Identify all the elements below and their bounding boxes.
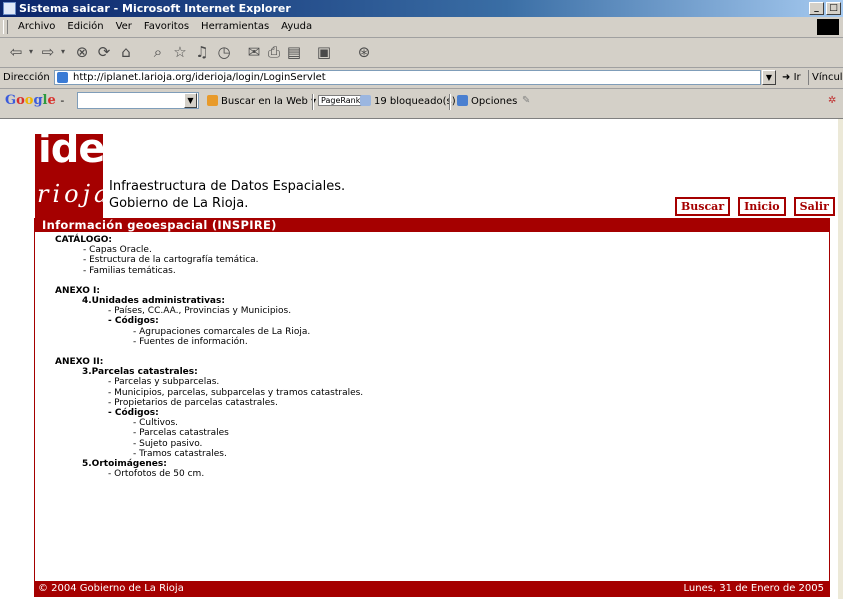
search-icon[interactable]: ⌕	[148, 42, 168, 62]
forward-icon[interactable]: ⇨	[38, 42, 58, 62]
favorites-icon[interactable]: ☆	[170, 42, 190, 62]
site-title-line2: Gobierno de La Rioja.	[109, 196, 249, 211]
footer-copyright: © 2004 Gobierno de La Rioja	[38, 583, 184, 594]
toolbar-grip[interactable]	[3, 20, 8, 34]
go-button[interactable]: ➜ Ir	[782, 72, 801, 83]
anexo2-codigos-label: - Códigos:	[108, 408, 159, 419]
google-search-dropdown-icon[interactable]: ▼	[184, 93, 197, 108]
anexo1-codigo-item: - Fuentes de información.	[133, 336, 248, 347]
anexo2-codigo-item: - Cultivos.	[133, 418, 179, 429]
anexo2-subheading-2: 5.Ortoimágenes:	[82, 459, 167, 470]
search-web-label: Buscar en la Web	[221, 96, 308, 107]
buscar-button[interactable]: Buscar	[675, 197, 731, 216]
back-icon[interactable]: ⇦	[6, 42, 26, 62]
menu-favoritos[interactable]: Favoritos	[138, 21, 195, 32]
catalogo-item: - Familias temáticas.	[83, 265, 176, 276]
history-icon[interactable]: ◷	[214, 42, 234, 62]
logo-rioja-text: rioja	[37, 180, 113, 208]
catalogo-heading: CATÁLOGO:	[55, 235, 112, 245]
menu-bar: Archivo Edición Ver Favoritos Herramient…	[0, 17, 843, 38]
menu-edicion[interactable]: Edición	[61, 21, 109, 32]
menu-ver[interactable]: Ver	[110, 21, 138, 32]
anexo2-item: - Parcelas y subparcelas.	[108, 377, 220, 388]
popup-blocked-label: 19 bloqueado(s)	[374, 96, 456, 107]
minimize-button[interactable]: _	[809, 2, 824, 15]
search-web-button[interactable]: Buscar en la Web ▾	[207, 95, 316, 107]
anexo2-item-2: - Ortofotos de 50 cm.	[108, 469, 205, 480]
anexo1-codigo-item: - Agrupaciones comarcales de La Rioja.	[133, 326, 311, 337]
popup-blocker-icon	[360, 95, 371, 106]
popup-blocker-button[interactable]: 19 bloqueado(s)	[360, 95, 456, 107]
anexo2-subheading: 3.Parcelas catastrales:	[82, 367, 198, 378]
anexo1-heading: ANEXO I:	[55, 285, 100, 296]
anexo2-item: - Propietarios de parcelas catastrales.	[108, 397, 278, 408]
menu-herramientas[interactable]: Herramientas	[195, 21, 275, 32]
binoculars-icon	[207, 95, 218, 106]
mail-icon[interactable]: ✉	[244, 42, 264, 62]
pagerank-button[interactable]: PageRank	[318, 95, 365, 106]
refresh-icon[interactable]: ⟳	[94, 42, 114, 62]
media-icon[interactable]: ♫	[192, 42, 212, 62]
anexo2-codigo-item: - Parcelas catastrales	[133, 428, 229, 439]
anexo2-item: - Municipios, parcelas, subparcelas y tr…	[108, 387, 364, 398]
links-button[interactable]: Vínculos	[808, 70, 843, 85]
anexo1-codigos-label: - Códigos:	[108, 316, 159, 327]
section-header: Información geoespacial (INSPIRE)	[34, 218, 830, 232]
page-actions: Buscar Inicio Salir	[675, 197, 835, 216]
home-icon[interactable]: ⌂	[116, 42, 136, 62]
standard-toolbar: ⇦ ▾ ⇨ ▾ ⊗ ⟳ ⌂ ⌕ ☆ ♫ ◷ ✉ ⎙ ▤ ▣ ⊛	[0, 38, 843, 68]
options-label: Opciones	[471, 96, 518, 107]
go-label: Ir	[793, 72, 801, 83]
content-list: CATÁLOGO: - Capas Oracle. - Estructura d…	[55, 235, 363, 479]
address-label: Dirección	[3, 72, 50, 83]
messenger-icon[interactable]: ⊛	[354, 42, 374, 62]
edit-icon[interactable]: ▤	[284, 42, 304, 62]
window-title-bar[interactable]: Sistema saicar - Microsoft Internet Expl…	[0, 0, 843, 17]
ie-icon	[3, 2, 16, 15]
page-footer: © 2004 Gobierno de La Rioja Lunes, 31 de…	[34, 581, 830, 597]
options-button[interactable]: Opciones	[457, 95, 517, 107]
options-icon	[457, 95, 468, 106]
vertical-scrollbar[interactable]	[838, 119, 843, 599]
salir-button[interactable]: Salir	[793, 197, 835, 216]
print-icon[interactable]: ⎙	[264, 42, 284, 62]
anexo2-codigo-item: - Sujeto pasivo.	[133, 438, 203, 449]
anexo2-codigo-item: - Tramos catastrales.	[133, 448, 227, 459]
discuss-icon[interactable]: ▣	[314, 42, 334, 62]
inicio-button[interactable]: Inicio	[738, 197, 786, 216]
site-title-line1: Infraestructura de Datos Espaciales.	[109, 179, 346, 194]
section-title: Información geoespacial (INSPIRE)	[42, 218, 277, 232]
address-dropdown-icon[interactable]: ▼	[762, 70, 776, 85]
catalogo-item: - Estructura de la cartografía temática.	[83, 255, 259, 266]
anexo1-item: - Países, CC.AA., Provincias y Municipio…	[108, 306, 292, 317]
forward-dropdown-icon[interactable]: ▾	[58, 42, 68, 62]
logo-ide-text: ide	[38, 126, 105, 172]
windows-logo-icon	[817, 19, 839, 35]
window-title: Sistema saicar - Microsoft Internet Expl…	[19, 2, 291, 15]
google-toolbar: Google - ▼ Buscar en la Web ▾ PageRank 1…	[0, 89, 843, 113]
menu-archivo[interactable]: Archivo	[12, 21, 61, 32]
stop-icon[interactable]: ⊗	[72, 42, 92, 62]
google-search-input[interactable]	[77, 92, 199, 109]
highlight-pen-icon[interactable]: ✎	[522, 95, 530, 106]
settings-icon[interactable]: ✲	[828, 95, 836, 106]
google-logo[interactable]: Google -	[5, 93, 64, 108]
address-bar: Dirección http://iplanet.larioja.org/ide…	[0, 68, 843, 89]
page-icon	[57, 72, 68, 83]
footer-date: Lunes, 31 de Enero de 2005	[683, 583, 825, 594]
site-title: Infraestructura de Datos Espaciales. Gob…	[109, 178, 345, 212]
browser-chrome: Archivo Edición Ver Favoritos Herramient…	[0, 17, 843, 119]
address-input[interactable]: http://iplanet.larioja.org/iderioja/logi…	[54, 70, 761, 85]
menu-ayuda[interactable]: Ayuda	[275, 21, 318, 32]
address-url: http://iplanet.larioja.org/iderioja/logi…	[73, 72, 326, 83]
anexo1-subheading: 4.Unidades administrativas:	[82, 296, 225, 307]
anexo2-heading: ANEXO II:	[55, 357, 104, 368]
back-dropdown-icon[interactable]: ▾	[26, 42, 36, 62]
catalogo-item: - Capas Oracle.	[83, 245, 152, 256]
maximize-button[interactable]: □	[826, 2, 841, 15]
pagerank-label: PageRank	[318, 95, 364, 106]
